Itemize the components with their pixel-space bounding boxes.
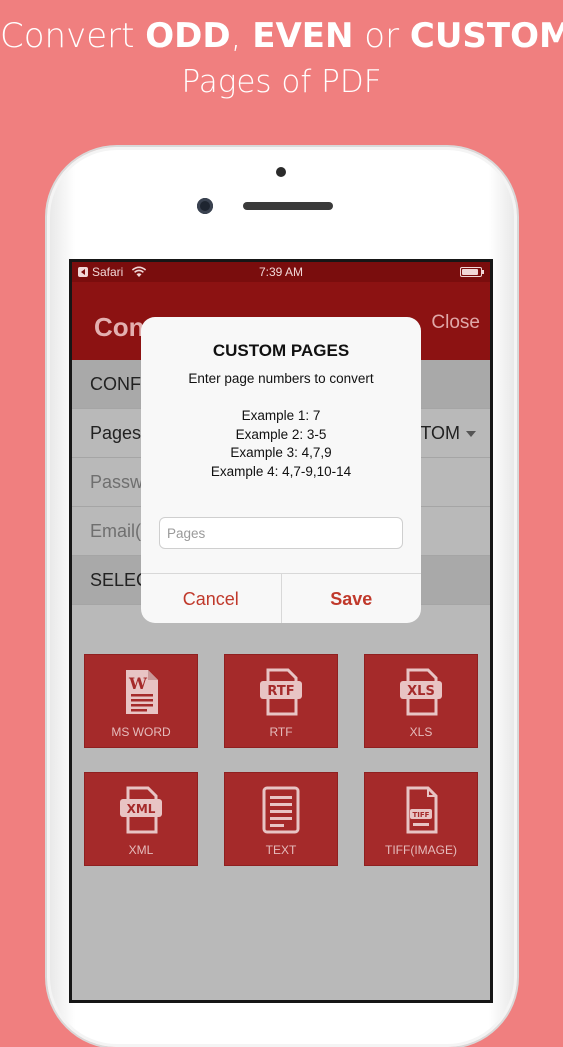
pages-input[interactable] <box>159 517 403 549</box>
headline-line-1: Convert ODD, EVEN or CUSTOM <box>0 16 563 56</box>
status-time: 7:39 AM <box>258 265 304 279</box>
svg-text:TIFF: TIFF <box>413 811 430 819</box>
example-line: Example 1: 7 <box>241 408 321 423</box>
email-placeholder: Email( <box>90 521 142 541</box>
custom-pages-dialog: CUSTOM PAGES Enter page numbers to conve… <box>141 317 421 623</box>
pages-label: Pages <box>90 423 142 443</box>
format-tiff-image-button[interactable]: TIFF TIFF(IMAGE) <box>365 773 477 865</box>
battery-icon <box>460 267 484 277</box>
format-label: TIFF(IMAGE) <box>385 843 457 857</box>
format-text-button[interactable]: TEXT <box>225 773 337 865</box>
format-rtf-button[interactable]: RTF RTF <box>225 655 337 747</box>
example-line: Example 2: 3-5 <box>235 426 327 442</box>
pages-value: TOM <box>420 423 476 444</box>
dialog-title: CUSTOM PAGES <box>212 341 350 360</box>
svg-text:W: W <box>128 674 148 693</box>
example-line: Example 3: 4,7,9 <box>230 445 332 460</box>
format-label: XLS <box>409 725 433 739</box>
example-line: Example 4: 4,7-9,10-14 <box>210 463 352 479</box>
promo-headline: Convert ODD, EVEN or CUSTOM Pages of PDF <box>0 10 563 102</box>
rtf-file-icon: RTF <box>260 668 302 716</box>
text-document-icon <box>262 786 300 834</box>
close-button[interactable]: Close <box>431 312 480 334</box>
dialog-message: Enter page numbers to convert <box>188 371 374 386</box>
format-label: RTF <box>269 725 293 739</box>
xml-file-icon: XML <box>120 786 162 834</box>
password-placeholder: Passw <box>90 472 144 492</box>
format-ms-word-button[interactable]: W MS WORD <box>85 655 197 747</box>
section-label: CONF <box>90 374 141 394</box>
svg-text:XLS: XLS <box>407 684 435 699</box>
format-label: XML <box>128 843 154 857</box>
format-xls-button[interactable]: XLS XLS <box>365 655 477 747</box>
xls-file-icon: XLS <box>400 668 442 716</box>
cancel-button[interactable]: Cancel <box>141 574 281 623</box>
status-bar: Safari 7:39 AM <box>72 262 490 282</box>
save-button[interactable]: Save <box>280 574 422 623</box>
headline-line-2: Pages of PDF <box>181 64 382 100</box>
nav-title: Con <box>94 312 145 342</box>
format-label: MS WORD <box>111 725 171 739</box>
dialog-examples: Example 1: 7 Example 2: 3-5 Example 3: 4… <box>141 407 421 481</box>
earpiece-speaker <box>243 202 333 210</box>
format-label: TEXT <box>265 843 297 857</box>
caret-down-icon <box>466 430 476 437</box>
svg-text:RTF: RTF <box>267 684 294 699</box>
front-camera <box>197 198 213 214</box>
svg-text:XML: XML <box>127 802 156 816</box>
tiff-image-icon: TIFF <box>406 786 438 834</box>
dialog-actions: Cancel Save <box>141 573 421 623</box>
format-xml-button[interactable]: XML XML <box>85 773 197 865</box>
word-document-icon: W <box>126 670 158 714</box>
proximity-sensor <box>276 167 286 177</box>
